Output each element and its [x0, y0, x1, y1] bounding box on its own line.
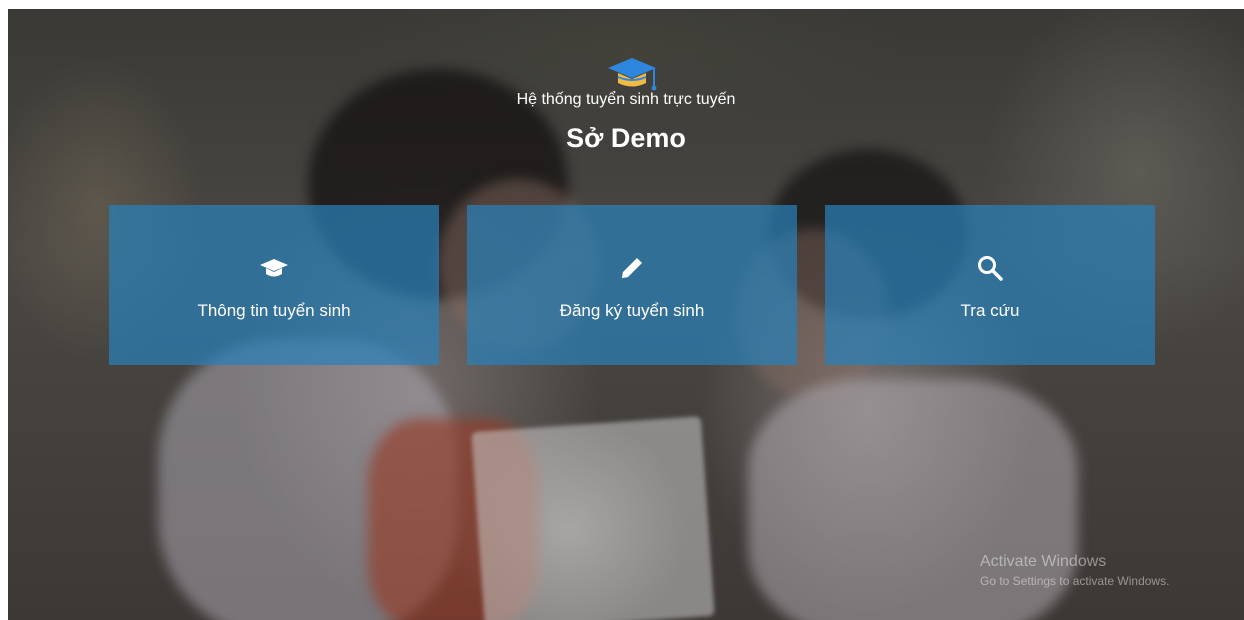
search-icon: [978, 256, 1003, 281]
tile-label: Đăng ký tuyển sinh: [559, 301, 705, 320]
tile-label: Thông tin tuyển sinh: [197, 301, 351, 320]
tile-admission-info[interactable]: Thông tin tuyển sinh: [109, 205, 439, 365]
tile-admission-register[interactable]: Đăng ký tuyển sinh: [467, 205, 797, 365]
tile-lookup[interactable]: Tra cứu: [825, 205, 1155, 365]
watermark-title: Activate Windows: [980, 553, 1107, 570]
tile-label: Tra cứu: [960, 301, 1020, 320]
graduation-cap-icon: [608, 58, 657, 91]
graduation-cap-icon: [260, 259, 288, 277]
pencil-icon: [622, 258, 642, 278]
system-subtitle: Hệ thống tuyển sinh trực tuyến: [516, 91, 736, 108]
activate-windows-watermark: Activate Windows Go to Settings to activ…: [980, 553, 1169, 588]
page-frame: Hệ thống tuyển sinh trực tuyến Sở Demo T…: [8, 9, 1244, 620]
watermark-subtitle: Go to Settings to activate Windows.: [980, 574, 1170, 588]
page-title: Sở Demo: [566, 123, 686, 153]
